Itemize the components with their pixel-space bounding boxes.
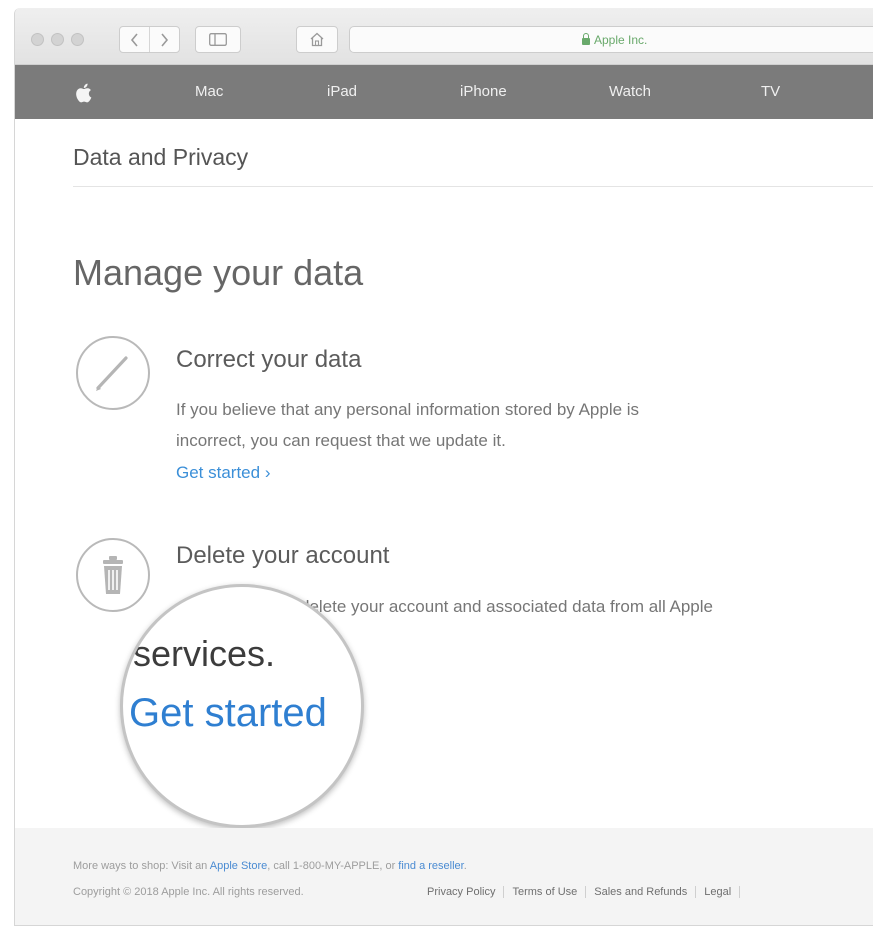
legal-links: Privacy Policy Terms of Use Sales and Re… bbox=[427, 886, 741, 898]
zoom-window-button[interactable] bbox=[71, 33, 84, 46]
browser-window: Apple Inc. Mac iPad iPhone Watch TV Data… bbox=[14, 8, 873, 926]
sidebar-icon bbox=[209, 33, 227, 46]
close-window-button[interactable] bbox=[31, 33, 44, 46]
correct-data-desc-line2: incorrect, you can request that we updat… bbox=[176, 431, 506, 450]
nav-item-watch[interactable]: Watch bbox=[609, 83, 651, 100]
shop-line: More ways to shop: Visit an Apple Store,… bbox=[73, 860, 467, 872]
apple-logo-icon[interactable] bbox=[73, 82, 93, 104]
chevron-left-icon bbox=[130, 32, 138, 47]
lock-icon bbox=[582, 33, 590, 45]
privacy-policy-link[interactable]: Privacy Policy bbox=[427, 886, 505, 898]
pencil-icon bbox=[76, 336, 150, 410]
address-display: Apple Inc. bbox=[582, 33, 647, 47]
sales-refunds-link[interactable]: Sales and Refunds bbox=[586, 886, 697, 898]
delete-account-description: delete your account and associated data … bbox=[300, 597, 713, 616]
nav-item-iphone[interactable]: iPhone bbox=[460, 83, 507, 100]
correct-data-title: Correct your data bbox=[176, 346, 362, 373]
trash-icon bbox=[76, 538, 150, 612]
apple-store-link[interactable]: Apple Store bbox=[210, 860, 267, 872]
home-button[interactable] bbox=[296, 26, 338, 53]
back-button[interactable] bbox=[120, 27, 150, 52]
find-reseller-link[interactable]: find a reseller bbox=[398, 860, 463, 872]
minimize-window-button[interactable] bbox=[51, 33, 64, 46]
legal-link[interactable]: Legal bbox=[696, 886, 741, 898]
global-nav: Mac iPad iPhone Watch TV bbox=[15, 65, 873, 119]
back-forward-buttons bbox=[119, 26, 180, 53]
magnifier-callout: services. Get started bbox=[120, 584, 364, 828]
browser-toolbar: Apple Inc. bbox=[15, 8, 873, 65]
footer: More ways to shop: Visit an Apple Store,… bbox=[15, 828, 873, 925]
divider bbox=[73, 186, 873, 187]
nav-item-mac[interactable]: Mac bbox=[195, 83, 223, 100]
correct-data-description: If you believe that any personal informa… bbox=[176, 394, 816, 456]
sidebar-button[interactable] bbox=[195, 26, 241, 53]
shop-prefix: More ways to shop: Visit an bbox=[73, 860, 208, 872]
home-icon bbox=[310, 32, 324, 47]
page-heading: Manage your data bbox=[73, 252, 364, 293]
address-text: Apple Inc. bbox=[594, 33, 648, 47]
magnified-services-text: services. bbox=[133, 633, 276, 674]
section-title: Data and Privacy bbox=[73, 144, 249, 170]
nav-item-ipad[interactable]: iPad bbox=[327, 83, 357, 100]
address-bar[interactable]: Apple Inc. bbox=[349, 26, 873, 53]
chevron-right-icon bbox=[161, 32, 169, 47]
copyright: Copyright © 2018 Apple Inc. All rights r… bbox=[73, 886, 304, 898]
correct-data-get-started-link[interactable]: Get started › bbox=[176, 463, 270, 483]
terms-of-use-link[interactable]: Terms of Use bbox=[504, 886, 587, 898]
shop-suffix: . bbox=[463, 860, 467, 872]
nav-item-tv[interactable]: TV bbox=[761, 83, 780, 100]
delete-account-title: Delete your account bbox=[176, 542, 390, 569]
shop-middle: , call 1-800-MY-APPLE, or bbox=[267, 860, 396, 872]
correct-data-desc-line1: If you believe that any personal informa… bbox=[176, 400, 640, 419]
delete-account-get-started-link[interactable]: Get started bbox=[129, 691, 327, 736]
forward-button[interactable] bbox=[150, 27, 179, 52]
